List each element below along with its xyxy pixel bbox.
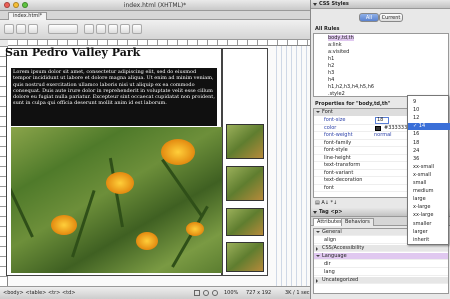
zoom-level[interactable]: 100% [224,290,238,296]
refresh-icon[interactable] [108,24,118,34]
font-size-option[interactable]: 10 [408,107,450,113]
font-size-option[interactable]: ✓ 14 [408,123,450,130]
main-flower-photo[interactable] [11,127,222,273]
title-bar: index.html (XHTML)* [0,0,310,11]
flower-blossom [106,172,134,194]
font-size-option[interactable]: small [408,180,450,186]
selected-paragraph[interactable]: Lorem ipsum dolor sit amet, consectetur … [11,68,217,126]
rule-item[interactable]: a:visited [328,49,349,55]
flower-blossom [51,215,77,235]
property-name: font-size [324,117,346,123]
window-size[interactable]: 727 x 192 [246,290,271,296]
attr-row-dir[interactable]: dir [314,261,448,268]
rule-item[interactable]: h1 [328,56,334,62]
rules-list: body,td,th a:link a:visited h1 h2 h3 h4 … [313,33,449,97]
font-size-option[interactable]: 24 [408,148,450,154]
font-size-option[interactable]: medium [408,188,450,194]
thumbnail-image[interactable] [226,208,264,236]
css-panel-title: CSS Styles [319,1,349,7]
attr-category-uncategorized[interactable]: Uncategorized [314,277,448,284]
design-view-icon[interactable] [28,24,38,34]
property-value: normal [374,132,392,138]
font-size-option[interactable]: 36 [408,156,450,162]
panel-bottom-tools: ▤ A↓ *↓ [315,200,337,206]
all-rules-label: All Rules [315,26,340,32]
show-list-view-icon[interactable]: A↓ [321,200,329,206]
rule-item[interactable]: h1,h2,h3,h4,h5,h6 [328,84,374,90]
tab-behaviors[interactable]: Behaviors [341,218,374,226]
title-field[interactable] [48,24,78,34]
font-size-option[interactable]: x-large [408,204,450,210]
rule-item[interactable]: body,td,th [328,35,354,41]
visual-aids-icon[interactable] [132,24,142,34]
zoom-tool-icon[interactable] [212,290,218,296]
preview-browser-icon[interactable] [96,24,106,34]
all-mode-button[interactable]: All [359,13,379,22]
layout-guides [272,46,310,286]
font-size-option[interactable]: 16 [408,131,450,137]
property-value: #333333 [384,124,408,131]
show-category-view-icon[interactable]: ▤ [315,200,320,206]
document-toolbar [0,20,310,40]
properties-label: Properties for "body,td,th" [315,101,391,107]
property-name: color [324,124,337,131]
paragraph-text: Lorem ipsum dolor sit amet, consectetur … [13,69,215,107]
color-swatch[interactable] [375,125,381,131]
tag-panel-title: Tag <p> [319,209,343,215]
download-size: 3K / 1 sec [285,290,310,296]
font-size-option[interactable]: large [408,196,450,202]
window-title: index.html (XHTML)* [123,2,187,9]
thumbnail-image[interactable] [226,124,264,159]
select-tool-icon[interactable] [194,290,200,296]
font-size-option[interactable]: xx-small [408,164,450,170]
css-styles-panel-header[interactable]: CSS Styles [311,0,450,9]
collapse-triangle-icon [313,3,317,6]
flower-blossom [186,222,204,236]
font-size-dropdown[interactable]: 9 10 12 ✓ 14 16 18 24 36 xx-small x-small small med… [407,95,450,245]
attr-row-lang[interactable]: lang [314,269,448,276]
attr-category-language[interactable]: Language [314,253,448,260]
code-view-icon[interactable] [4,24,14,34]
font-size-option[interactable]: xx-large [408,212,450,218]
thumbnail-image[interactable] [226,166,264,201]
font-size-option[interactable]: larger [408,229,450,235]
css-mode-toggle: All Current [311,13,450,23]
property-name: font-weight [324,132,353,138]
flower-blossom [136,232,158,250]
page-heading[interactable]: San Pedro Valley Park [5,46,140,59]
font-size-option[interactable]: inherit [408,237,450,243]
document-tab-bar: index.html* [0,11,310,20]
rule-item[interactable]: h3 [328,70,334,76]
font-size-option[interactable]: 9 [408,99,450,105]
status-bar: <body> <table> <tr> <td> 100% 727 x 192 … [0,286,310,299]
document-tab[interactable]: index.html* [8,12,48,20]
font-size-option[interactable]: x-small [408,172,450,178]
view-options-icon[interactable] [120,24,130,34]
current-mode-button[interactable]: Current [379,13,403,22]
tag-selector[interactable]: <body> <table> <tr> <td> [3,290,75,296]
flower-blossom [161,139,195,165]
font-size-option[interactable]: smaller [408,221,450,227]
rule-item[interactable]: .style2 [328,91,345,96]
font-size-option[interactable]: 12 [408,115,450,121]
split-view-icon[interactable] [16,24,26,34]
show-set-properties-icon[interactable]: *↓ [331,200,338,206]
rule-item[interactable]: h2 [328,63,334,69]
rule-item[interactable]: h4 [328,77,334,83]
attr-category-css-accessibility[interactable]: CSS/Accessibility [314,245,448,252]
font-size-input[interactable]: 18 [375,117,389,124]
rule-item[interactable]: a:link [328,42,342,48]
thumbnail-image[interactable] [226,242,264,272]
hand-tool-icon[interactable] [203,290,209,296]
font-size-option[interactable]: 18 [408,140,450,146]
file-management-icon[interactable] [84,24,94,34]
